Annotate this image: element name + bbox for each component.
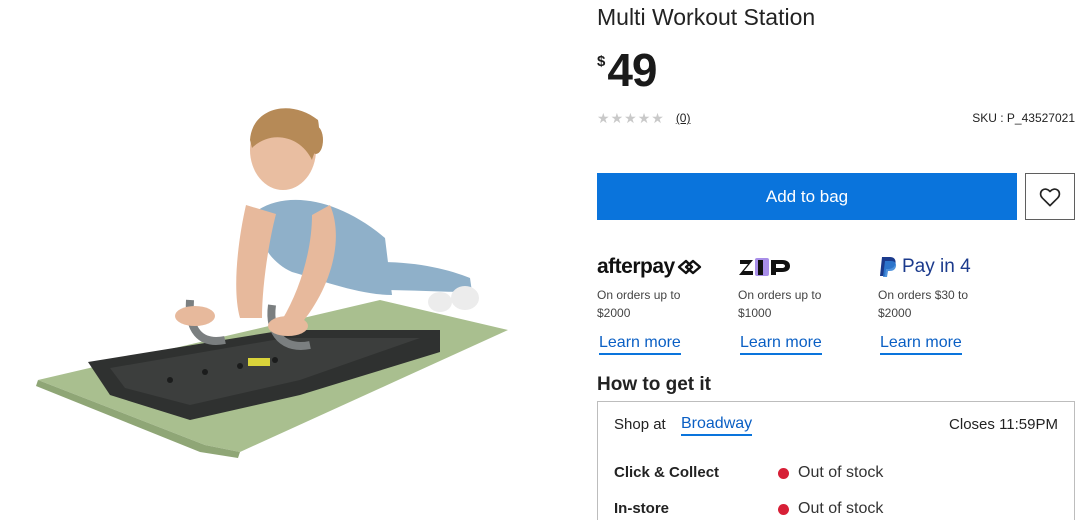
zip-note: On orders up to $1000 [738,288,822,320]
afterpay-note: On orders up to $2000 [597,288,681,320]
currency-symbol: $ [597,53,606,70]
star-icon: ★ [597,110,610,126]
zip-logo [738,250,878,284]
payment-options: afterpay On orders up to $2000 Learn mor… [597,250,1075,365]
shop-at-label: Shop at [614,416,666,433]
availability-status: Out of stock [798,464,884,481]
review-count-link[interactable]: (0) [676,111,691,125]
paypal-learn-more-link[interactable]: Learn more [880,334,962,355]
availability-label: Click & Collect [614,464,720,481]
add-to-bag-button[interactable]: Add to bag [597,173,1017,220]
product-photo [36,108,508,458]
payment-option-paypal: Pay in 4 On orders $30 to $2000 Learn mo… [878,250,1018,355]
availability-click-collect: Click & Collect Out of stock [614,464,1064,484]
payment-option-zip: On orders up to $1000 Learn more [738,250,878,355]
afterpay-arrows-icon [677,259,701,275]
star-icon: ★ [624,110,637,126]
star-icon: ★ [610,110,624,126]
availability-status: Out of stock [798,500,884,517]
afterpay-logo: afterpay [597,250,737,284]
star-icon: ★ [651,110,664,126]
star-icon: ★ [637,110,651,126]
store-selector-link[interactable]: Broadway [681,415,753,436]
heart-icon [1039,187,1061,206]
product-image[interactable] [0,0,560,520]
availability-in-store: In-store Out of stock [614,500,1064,520]
availability-label: In-store [614,500,670,517]
paypal-logo: Pay in 4 [878,250,1018,284]
product-title: Multi Workout Station [597,4,816,30]
rating-stars: ★ ★ ★ ★ ★ [597,111,664,125]
zip-learn-more-link[interactable]: Learn more [740,334,822,355]
store-closing-time: Closes 11:59PM [949,416,1058,433]
purchase-actions: Add to bag [597,173,1075,220]
payment-option-afterpay: afterpay On orders up to $2000 Learn mor… [597,250,737,355]
product-info-panel: Multi Workout Station $ 49 ★ ★ ★ ★ ★ (0)… [597,0,1075,520]
product-price: $ 49 [597,44,658,96]
paypal-note: On orders $30 to $2000 [878,288,969,320]
zip-logo-icon [739,258,790,276]
fulfilment-box: Shop at Broadway Closes 11:59PM Click & … [597,401,1075,520]
rating-row: ★ ★ ★ ★ ★ (0) SKU : P_43527021 [597,109,1075,127]
sku-label: SKU : P_43527021 [972,111,1075,125]
paypal-icon [880,257,897,277]
how-to-get-it-heading: How to get it [597,374,711,395]
afterpay-learn-more-link[interactable]: Learn more [599,334,681,355]
price-amount: 49 [607,44,657,96]
wishlist-button[interactable] [1025,173,1075,220]
out-of-stock-dot-icon [778,504,789,515]
out-of-stock-dot-icon [778,468,789,479]
